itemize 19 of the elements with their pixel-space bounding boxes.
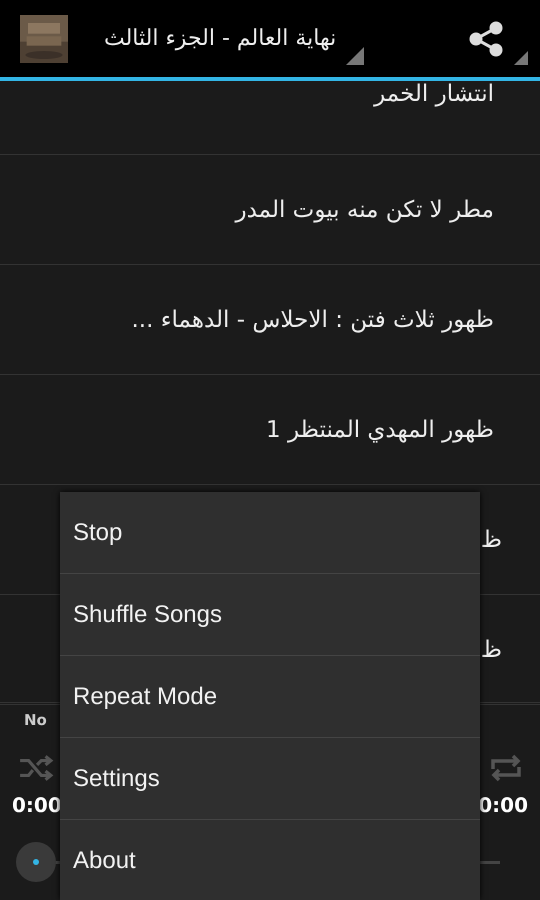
list-item[interactable]: ظهور المهدي المنتظر 1 (266, 416, 494, 442)
dropdown-corner-icon (346, 46, 364, 64)
menu-item[interactable]: About (60, 820, 480, 900)
dropdown-corner-icon (514, 50, 528, 64)
menu-item[interactable]: Repeat Mode (60, 656, 480, 738)
shuffle-icon[interactable] (18, 753, 54, 783)
total-time: 0:00 (478, 793, 528, 817)
menu-item[interactable]: Shuffle Songs (60, 574, 480, 656)
menu-item[interactable]: Stop (60, 492, 480, 574)
list-item[interactable]: ظهور ثلاث فتن : الاحلاس - الدهماء ... (131, 306, 494, 332)
list-item[interactable]: انتشار الخمر (374, 81, 494, 107)
list-item[interactable]: ظ (480, 636, 502, 662)
share-icon[interactable] (468, 20, 504, 56)
track-title: No (24, 711, 47, 729)
elapsed-time: 0:00 (12, 793, 62, 817)
menu-item[interactable]: Settings (60, 738, 480, 820)
list-item[interactable]: مطر لا تكن منه بيوت المدر (235, 196, 494, 222)
list-item[interactable]: ظ (480, 526, 502, 552)
app-title[interactable]: نهاية العالم - الجزء الثالث (104, 26, 336, 51)
